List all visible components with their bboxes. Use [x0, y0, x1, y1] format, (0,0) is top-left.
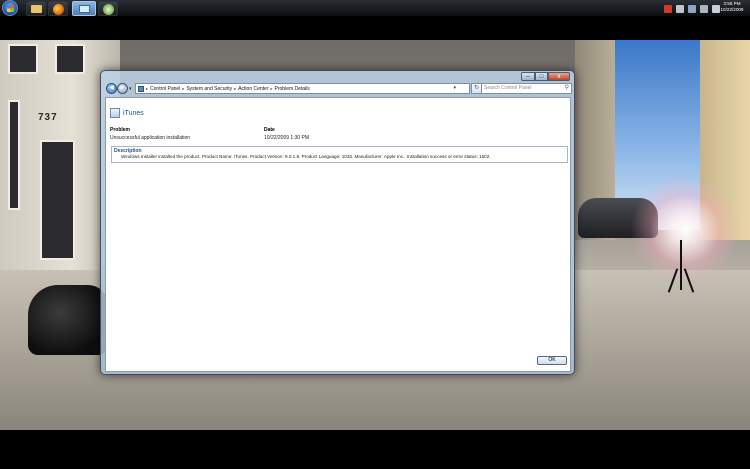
start-button[interactable] [2, 0, 18, 16]
search-placeholder: Search Control Panel [484, 85, 532, 91]
action-center-flag-icon[interactable] [664, 4, 672, 13]
date-value: 10/22/2009 1:30 PM [264, 135, 310, 141]
taskbar-explorer-button[interactable] [26, 1, 46, 16]
address-bar[interactable]: ▸ Control Panel ▸ System and Security ▸ … [135, 83, 470, 94]
navigation-bar: ◀ ▶ ▾ ▸ Control Panel ▸ System and Secur… [105, 83, 572, 95]
window-controls: – □ x [521, 72, 570, 81]
breadcrumb-action-center[interactable]: Action Center [238, 86, 268, 92]
description-text: Windows Installer installed the product.… [121, 154, 491, 159]
app-name: iTunes [123, 109, 144, 117]
windows-logo-icon [7, 5, 14, 12]
maximize-button[interactable]: □ [535, 72, 548, 81]
clock[interactable]: 2:55 PM 10/22/2009 [719, 1, 745, 13]
breadcrumb-problem-details[interactable]: Problem Details [275, 86, 310, 92]
taskbar-control-panel-button[interactable] [72, 1, 96, 16]
problem-details-window: – □ x ◀ ▶ ▾ ▸ Control Panel ▸ System and… [100, 70, 575, 375]
taskbar: 2:55 PM 10/22/2009 [0, 0, 750, 17]
control-panel-icon [79, 5, 90, 13]
app-header: iTunes [110, 108, 144, 118]
tray-app-icon[interactable] [688, 4, 696, 13]
wallpaper-car [28, 285, 108, 355]
close-button[interactable]: x [548, 72, 570, 81]
forward-button[interactable]: ▶ [117, 83, 128, 94]
search-input[interactable]: Search Control Panel ⚲ [481, 83, 572, 94]
taskbar-performance-button[interactable] [98, 1, 118, 16]
breadcrumb-system-and-security[interactable]: System and Security [186, 86, 232, 92]
building-number: 737 [38, 112, 58, 123]
control-panel-icon [138, 85, 144, 92]
search-icon[interactable]: ⚲ [565, 84, 569, 93]
taskbar-firefox-button[interactable] [48, 1, 68, 16]
description-section: Description Windows Installer installed … [111, 146, 568, 163]
problem-header: Problem [110, 127, 131, 133]
folder-icon [31, 5, 42, 13]
wallpaper-tripod [680, 240, 682, 290]
network-icon[interactable] [700, 4, 708, 13]
problem-value: Unsuccessful application installation [110, 135, 191, 141]
breadcrumb-control-panel[interactable]: Control Panel [150, 86, 180, 92]
address-dropdown-icon[interactable]: ▾ [453, 85, 456, 91]
application-icon [110, 108, 120, 118]
firefox-icon [53, 4, 64, 15]
gauge-icon [103, 4, 114, 15]
problem-details-content: iTunes Problem Date Unsuccessful applica… [105, 97, 571, 372]
date-header: Date [264, 127, 275, 133]
back-button[interactable]: ◀ [106, 83, 117, 94]
recent-pages-dropdown[interactable]: ▾ [129, 86, 132, 92]
ok-button[interactable]: OK [537, 356, 567, 365]
system-tray [664, 3, 720, 14]
minimize-button[interactable]: – [521, 72, 535, 81]
tray-app-icon[interactable] [676, 4, 684, 13]
clock-date: 10/22/2009 [720, 7, 744, 12]
